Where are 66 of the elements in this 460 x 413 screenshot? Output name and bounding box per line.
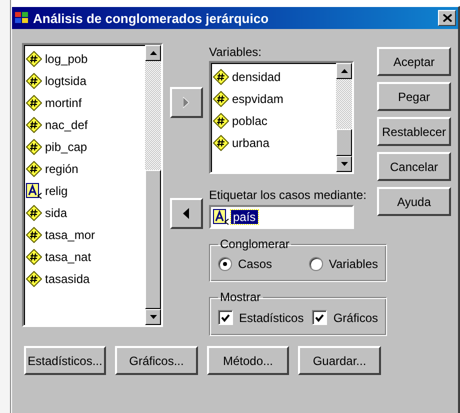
scrollbar[interactable] xyxy=(145,45,161,325)
right-arrow-icon xyxy=(183,97,189,108)
numeric-variable-icon xyxy=(26,249,42,265)
scroll-down-icon xyxy=(150,315,156,320)
variable-list-item[interactable]: región xyxy=(26,158,143,180)
dialog-button[interactable]: Pegar xyxy=(377,82,451,111)
source-variable-list[interactable]: log_pob logtsida mortinf nac_def pib_cap región relig sida tasa_mor tasa_nat tasasida xyxy=(22,43,163,327)
radio-option[interactable]: Variables xyxy=(308,257,378,271)
variables-label: Variables: xyxy=(209,44,262,61)
checkbox-option[interactable]: Estadísticos xyxy=(218,310,304,325)
numeric-variable-icon xyxy=(26,205,42,221)
dialog-button[interactable]: Guardar... xyxy=(298,346,381,375)
group-title: Conglomerar xyxy=(219,237,290,251)
variable-list-item[interactable]: urbana xyxy=(213,132,334,154)
variable-list-item[interactable]: tasa_nat xyxy=(26,246,143,268)
numeric-variable-icon xyxy=(26,271,42,287)
group-title: Mostrar xyxy=(219,290,262,304)
label-cases-label: Etiquetar los casos mediante: xyxy=(209,187,366,204)
close-button[interactable] xyxy=(438,10,456,26)
left-arrow-icon xyxy=(183,208,189,219)
window-title: Análisis de conglomerados jerárquico xyxy=(33,10,270,26)
scroll-down-icon xyxy=(340,162,348,166)
selected-variable-list[interactable]: densidad espvidam poblac urbana xyxy=(209,61,354,174)
scroll-up-icon xyxy=(340,69,348,73)
dialog-button[interactable]: Aceptar xyxy=(377,47,451,76)
variable-list-item[interactable]: nac_def xyxy=(26,114,143,136)
numeric-variable-icon xyxy=(213,135,229,151)
scroll-up-icon xyxy=(150,50,156,55)
variable-list-item[interactable]: sida xyxy=(26,202,143,224)
variable-list-item[interactable]: logtsida xyxy=(26,70,143,92)
dialog-button[interactable]: Gráficos... xyxy=(115,346,198,375)
variable-list-item[interactable]: pib_cap xyxy=(26,136,143,158)
numeric-variable-icon xyxy=(26,227,42,243)
variable-list-item[interactable]: poblac xyxy=(213,110,334,132)
close-icon xyxy=(442,14,452,22)
numeric-variable-icon xyxy=(26,95,42,111)
numeric-variable-icon xyxy=(26,139,42,155)
dialog-button[interactable]: Estadísticos... xyxy=(24,346,106,375)
app-logo-icon xyxy=(14,11,30,25)
scrollbar[interactable] xyxy=(336,63,352,172)
numeric-variable-icon xyxy=(213,69,229,85)
check-icon xyxy=(315,314,324,322)
numeric-variable-icon xyxy=(26,51,42,67)
variable-list-item[interactable]: tasasida xyxy=(26,268,143,290)
numeric-variable-icon xyxy=(26,161,42,177)
variable-list-item[interactable]: relig xyxy=(26,180,143,202)
dialog-button[interactable]: Restablecer xyxy=(377,117,451,146)
numeric-variable-icon xyxy=(213,113,229,129)
dialog-button[interactable]: Método... xyxy=(207,346,289,375)
radio-option[interactable]: Casos xyxy=(218,257,272,271)
move-button[interactable] xyxy=(170,198,202,229)
numeric-variable-icon xyxy=(26,117,42,133)
variable-list-item[interactable]: espvidam xyxy=(213,88,334,110)
numeric-variable-icon xyxy=(213,91,229,107)
numeric-variable-icon xyxy=(26,73,42,89)
string-variable-icon xyxy=(213,209,229,225)
variable-list-item[interactable]: log_pob xyxy=(26,48,143,70)
variable-list-item[interactable]: tasa_mor xyxy=(26,224,143,246)
label-cases-field[interactable]: país xyxy=(209,205,354,229)
checkbox-option[interactable]: Gráficos xyxy=(312,310,378,325)
dialog-button[interactable]: Ayuda xyxy=(377,187,451,216)
string-variable-icon xyxy=(26,183,42,199)
dialog-button[interactable]: Cancelar xyxy=(377,152,451,181)
check-icon xyxy=(221,314,230,322)
variable-list-item[interactable]: densidad xyxy=(213,66,334,88)
variable-list-item[interactable]: mortinf xyxy=(26,92,143,114)
